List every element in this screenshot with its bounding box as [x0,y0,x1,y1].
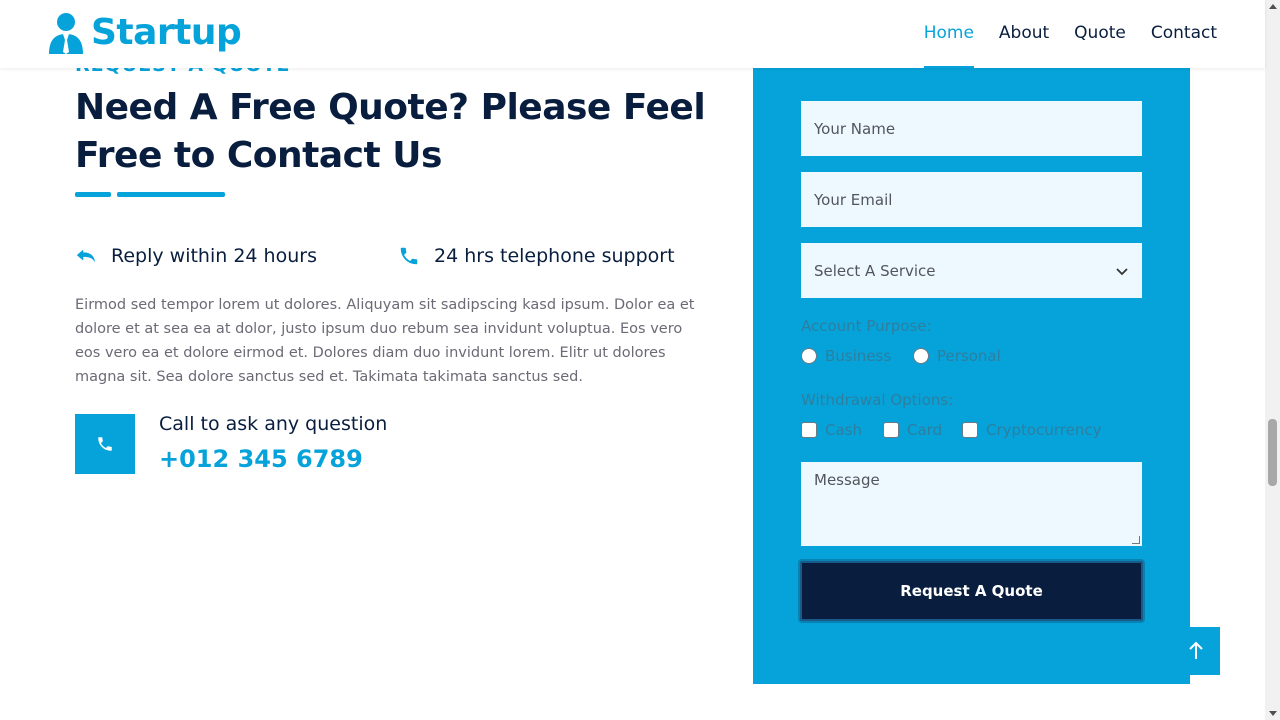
radio-personal[interactable]: Personal [913,347,1001,365]
radio-business-label: Business [825,347,892,365]
chevron-down-icon [1116,267,1128,275]
scroll-down-arrow-icon[interactable] [1269,711,1277,716]
feature-phone-text: 24 hrs telephone support [434,245,675,267]
call-number[interactable]: +012 345 6789 [159,443,363,475]
checkbox-box[interactable] [962,422,978,438]
checkbox-box[interactable] [801,422,817,438]
radio-circle[interactable] [801,348,817,364]
call-label: Call to ask any question [159,413,388,435]
checkbox-cash[interactable]: Cash [801,421,862,439]
navbar: Startup Home About Quote Contact [0,0,1265,68]
page-scrollbar[interactable] [1265,0,1280,720]
scroll-up-arrow-icon[interactable] [1269,4,1277,9]
main-nav: Home About Quote Contact [899,0,1217,68]
radio-business[interactable]: Business [801,347,891,365]
call-icon-box [75,414,135,474]
brand-name: Startup [91,12,242,53]
resize-handle[interactable] [1132,536,1140,544]
feature-reply: Reply within 24 hours [75,243,317,269]
scroll-thumb[interactable] [1268,419,1277,486]
service-select-value: Select A Service [814,261,936,280]
checkbox-cash-label: Cash [825,421,862,439]
feature-phone: 24 hrs telephone support [398,243,675,269]
arrow-up-icon [1189,641,1203,659]
checkbox-card-label: Card [907,421,943,439]
radio-personal-label: Personal [937,347,1001,365]
phone-icon [400,247,418,265]
nav-quote[interactable]: Quote [1074,0,1126,68]
heading-underline-long [117,192,225,197]
radio-circle[interactable] [913,348,929,364]
email-placeholder: Your Email [814,190,893,209]
heading-underline-short [75,192,111,197]
reply-icon [76,249,96,263]
user-tie-icon [49,13,83,54]
service-select[interactable]: Select A Service [801,243,1142,298]
nav-home[interactable]: Home [923,0,975,68]
section-body-text: Eirmod sed tempor lorem ut dolores. Aliq… [75,297,695,385]
message-textarea[interactable]: Message [801,462,1142,546]
name-input[interactable]: Your Name [801,101,1142,156]
checkbox-cryptocurrency[interactable]: Cryptocurrency [962,421,1101,439]
phone-icon [98,437,112,451]
nav-contact[interactable]: Contact [1151,0,1217,68]
brand-logo[interactable]: Startup [47,10,242,56]
checkbox-card[interactable]: Card [883,421,942,439]
message-placeholder: Message [814,471,880,489]
back-to-top-button[interactable] [1172,627,1220,675]
email-input[interactable]: Your Email [801,172,1142,227]
withdrawal-options-label: Withdrawal Options: [801,391,954,409]
checkbox-cryptocurrency-label: Cryptocurrency [986,421,1102,439]
checkbox-box[interactable] [883,422,899,438]
section-heading: Need A Free Quote? Please Feel Free to C… [75,87,706,176]
account-purpose-label: Account Purpose: [801,317,932,335]
request-quote-button[interactable]: Request A Quote [800,561,1143,621]
feature-reply-text: Reply within 24 hours [111,245,317,267]
name-placeholder: Your Name [814,119,896,138]
nav-about[interactable]: About [999,0,1049,68]
